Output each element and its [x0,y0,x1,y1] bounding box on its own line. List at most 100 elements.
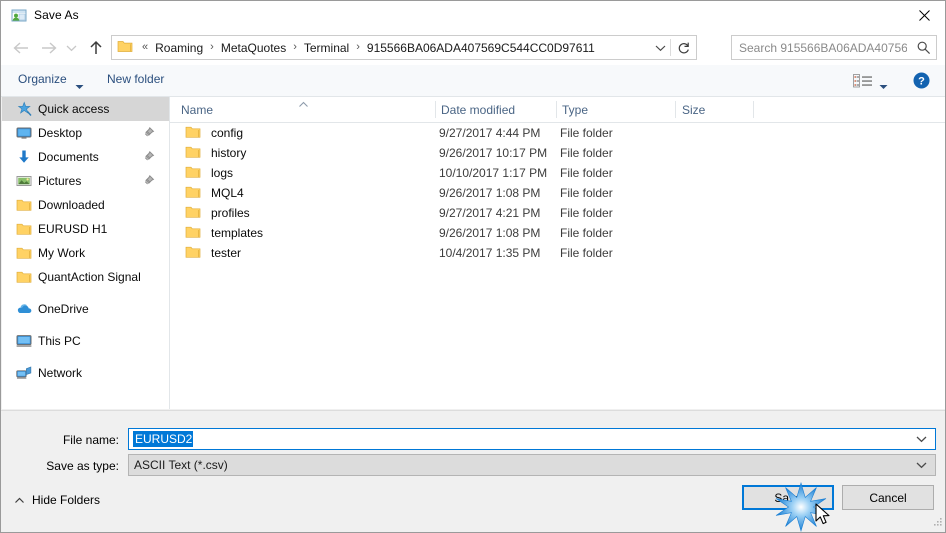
svg-text:?: ? [918,75,925,87]
table-row[interactable]: templates 9/26/2017 1:08 PM File folder [170,223,945,243]
forward-button[interactable] [38,37,60,59]
file-rows: config 9/27/2017 4:44 PM File folder histor… [170,123,945,263]
file-name-dropdown-icon[interactable] [916,429,927,449]
help-icon[interactable]: ? [913,72,930,89]
hide-folders-button[interactable]: Hide Folders [14,493,100,507]
date-modified-cell: 9/26/2017 1:08 PM [439,186,541,200]
date-modified-cell: 9/26/2017 10:17 PM [439,146,548,160]
folder-icon [16,197,32,213]
sidebar-item-this-pc[interactable]: This PC [2,329,169,353]
sidebar-item-my-work[interactable]: My Work [2,241,169,265]
file-name-cell: tester [211,246,242,260]
view-options-caret-icon[interactable] [879,79,888,93]
file-name-input[interactable]: EURUSD2 [128,428,936,450]
command-toolbar: Organize New folder ? [1,65,945,97]
table-row[interactable]: config 9/27/2017 4:44 PM File folder [170,123,945,143]
save-as-type-value: ASCII Text (*.csv) [134,458,228,472]
sidebar-item-label: OneDrive [38,302,89,316]
column-header-size[interactable]: Size [682,103,705,117]
sidebar-item-pictures[interactable]: Pictures [2,169,169,193]
date-modified-cell: 9/27/2017 4:44 PM [439,126,541,140]
column-header-name[interactable]: Name [181,103,213,117]
file-name-value: EURUSD2 [133,431,194,447]
save-as-icon [11,8,27,24]
breadcrumb-crumb-2[interactable]: Terminal [302,39,351,57]
refresh-button[interactable] [671,36,696,59]
recent-locations-chevron-icon [66,45,76,52]
save-as-type-dropdown-icon[interactable] [916,455,927,475]
breadcrumb-crumb-1[interactable]: MetaQuotes [219,39,288,57]
sidebar-item-label: Documents [38,150,99,164]
up-arrow-icon [90,40,102,54]
dialog-footer: File name: EURUSD2 Save as type: ASCII T… [1,410,945,532]
list-view-icon[interactable] [853,73,875,89]
file-list-pane[interactable]: Name Date modified Type Size config 9/27/… [170,97,945,409]
navigation-bar: « Roaming › MetaQuotes › Terminal › 9155… [1,31,945,65]
type-cell: File folder [560,166,613,180]
column-divider[interactable] [675,101,676,118]
table-row[interactable]: MQL4 9/26/2017 1:08 PM File folder [170,183,945,203]
column-divider[interactable] [435,101,436,118]
pin-icon[interactable] [143,150,155,165]
close-button[interactable] [901,1,945,30]
sidebar-item-quick-access[interactable]: Quick access [2,97,169,121]
sidebar-item-network[interactable]: Network [2,361,169,385]
window-title: Save As [34,8,79,22]
address-dropdown-button[interactable] [650,36,670,59]
sidebar-item-eurusd-h1[interactable]: EURUSD H1 [2,217,169,241]
sidebar-item-downloaded[interactable]: Downloaded [2,193,169,217]
sidebar-item-label: This PC [38,334,81,348]
type-cell: File folder [560,186,613,200]
organize-button[interactable]: Organize [18,72,67,86]
breadcrumb-crumb-0[interactable]: Roaming [153,39,205,57]
onedrive-icon [16,301,32,317]
sidebar-item-quantaction-signal[interactable]: QuantAction Signal [2,265,169,289]
save-as-type-select[interactable]: ASCII Text (*.csv) [128,454,936,476]
sidebar-item-onedrive[interactable]: OneDrive [2,297,169,321]
type-cell: File folder [560,146,613,160]
hide-folders-label: Hide Folders [32,493,101,507]
sort-ascending-icon [298,97,309,111]
star-pin-icon [16,101,32,117]
folder-icon [185,125,201,142]
table-row[interactable]: history 9/26/2017 10:17 PM File folder [170,143,945,163]
folder-icon [16,245,32,261]
column-divider[interactable] [753,101,754,118]
table-row[interactable]: profiles 9/27/2017 4:21 PM File folder [170,203,945,223]
column-divider[interactable] [556,101,557,118]
column-header-type[interactable]: Type [562,103,588,117]
close-icon [918,10,930,21]
resize-grip[interactable] [932,516,944,531]
save-as-type-label: Save as type: [46,459,119,473]
pin-icon[interactable] [143,126,155,141]
pin-icon[interactable] [143,174,155,189]
column-header-date-modified[interactable]: Date modified [441,103,515,117]
search-input[interactable]: Search 915566BA06ADA40756... [739,41,907,55]
this-pc-icon [16,333,32,349]
type-cell: File folder [560,246,613,260]
sidebar-item-label: Pictures [38,174,82,188]
sidebar-item-label: Downloaded [38,198,105,212]
folder-icon [185,225,201,242]
back-button[interactable] [10,37,32,59]
new-folder-button[interactable]: New folder [107,72,164,86]
file-name-cell: profiles [211,206,250,220]
file-name-cell: config [211,126,244,140]
chevron-up-icon [14,493,25,507]
sidebar-item-desktop[interactable]: Desktop [2,121,169,145]
breadcrumb-leading-separator: « [142,41,149,53]
table-row[interactable]: logs 10/10/2017 1:17 PM File folder [170,163,945,183]
table-row[interactable]: tester 10/4/2017 1:35 PM File folder [170,243,945,263]
breadcrumb-crumb-3[interactable]: 915566BA06ADA407569C544CC0D97611 [365,39,597,57]
save-button[interactable]: Save [742,485,834,510]
cancel-button[interactable]: Cancel [842,485,934,510]
address-bar[interactable]: « Roaming › MetaQuotes › Terminal › 9155… [111,35,697,60]
search-box[interactable]: Search 915566BA06ADA40756... [731,35,937,60]
sidebar-item-documents[interactable]: Documents [2,145,169,169]
up-button[interactable] [85,37,107,59]
save-button-label: Save [774,490,802,505]
navigation-sidebar[interactable]: Quick access Desktop Documents Pictures Down… [2,97,169,409]
organize-caret-icon[interactable] [75,79,84,93]
recent-locations-button[interactable] [63,37,79,59]
